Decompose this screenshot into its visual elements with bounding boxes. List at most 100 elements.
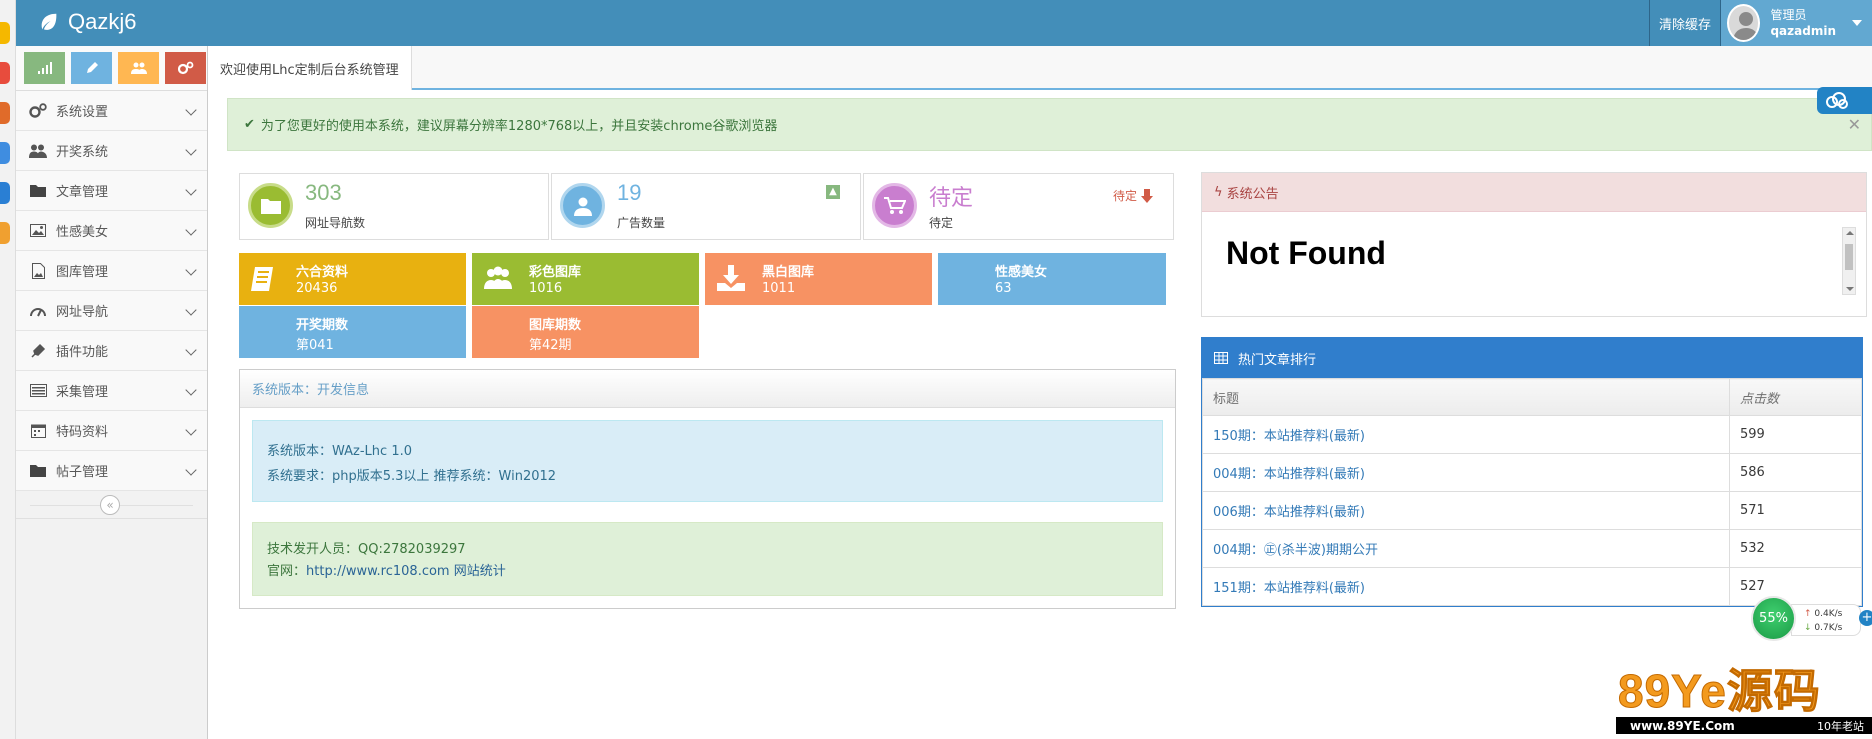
hot-title: 热门文章排行 <box>1238 352 1317 368</box>
sidebar-item-gallery[interactable]: 图库管理 <box>16 251 207 291</box>
tab-bar: 欢迎使用Lhc定制后台系统管理 <box>208 46 1872 90</box>
download-icon <box>717 265 745 291</box>
tile-lhc-data[interactable]: 六合资料 20436 <box>239 253 466 305</box>
scroll-down-icon[interactable] <box>1846 287 1854 291</box>
cogs-icon <box>28 102 48 120</box>
chevron-down-icon <box>185 464 197 476</box>
double-chevron-left-icon[interactable]: « <box>100 495 120 515</box>
leaf-icon <box>41 13 57 30</box>
article-link[interactable]: 004期：㊣(杀半波)期期公开 <box>1202 529 1730 568</box>
article-link[interactable]: 004期：本站推荐料(最新) <box>1202 453 1730 492</box>
book-icon <box>251 267 273 291</box>
site-stats-link[interactable]: 网站统计 <box>454 564 506 579</box>
tile-title: 黑白图库 <box>762 265 815 280</box>
watermark-strip: www.89YE.Com 10年老站 <box>1616 717 1872 734</box>
table-row: 150期：本站推荐料(最新) 599 <box>1202 415 1862 454</box>
close-icon[interactable]: ✕ <box>1848 115 1861 134</box>
sidebar-item-posts[interactable]: 帖子管理 <box>16 451 207 491</box>
download-rate: 0.7K/s <box>1814 623 1843 633</box>
website-link[interactable]: http://www.rc108.com <box>306 564 450 579</box>
dock-app-icon[interactable] <box>0 142 10 164</box>
caret-down-icon <box>1852 20 1862 26</box>
sidebar-item-articles[interactable]: 文章管理 <box>16 171 207 211</box>
sidebar-item-label: 帖子管理 <box>56 465 109 480</box>
sidebar-item-label: 系统设置 <box>56 105 109 120</box>
sidebar-item-beauty[interactable]: 性感美女 <box>16 211 207 251</box>
table-row: 004期：㊣(杀半波)期期公开 532 <box>1202 529 1862 568</box>
article-link[interactable]: 006期：本站推荐料(最新) <box>1202 491 1730 530</box>
sidebar-item-label: 插件功能 <box>56 345 109 360</box>
tile-draw-period[interactable]: 开奖期数 第041 <box>239 306 466 358</box>
sidebar-shortcuts <box>16 46 207 91</box>
scroll-up-icon[interactable] <box>1846 231 1854 235</box>
click-count: 599 <box>1729 415 1862 454</box>
plus-icon[interactable]: + <box>1859 610 1872 626</box>
tile-value: 1011 <box>762 281 796 296</box>
sidebar-item-plugins[interactable]: 插件功能 <box>16 331 207 371</box>
sidebar-item-label: 开奖系统 <box>56 145 109 160</box>
shopping-cart-icon <box>872 183 917 228</box>
clear-cache-button[interactable]: 清除缓存 <box>1648 0 1720 46</box>
tab-welcome[interactable]: 欢迎使用Lhc定制后台系统管理 <box>208 46 412 90</box>
sidebar-item-label: 文章管理 <box>56 185 109 200</box>
admin-dashboard: Qazkj6 清除缓存 管理员 qazadmin 系统设置 开奖系统 文章管理 … <box>0 0 1872 739</box>
sidebar-item-label: 网址导航 <box>56 305 109 320</box>
sidebar-item-system-settings[interactable]: 系统设置 <box>16 91 207 131</box>
watermark: 89Ye源码 www.89YE.Com 10年老站 <box>1616 665 1872 739</box>
table-row: 004期：本站推荐料(最新) 586 <box>1202 453 1862 492</box>
upload-rate: 0.4K/s <box>1814 609 1843 619</box>
tile-color-gallery[interactable]: 彩色图库 1016 <box>472 253 699 305</box>
sidebar-item-label: 图库管理 <box>56 265 109 280</box>
chevron-down-icon <box>185 184 197 196</box>
sidebar-item-label: 采集管理 <box>56 385 109 400</box>
dock-app-icon[interactable] <box>0 182 10 204</box>
watermark-tag: 10年老站 <box>1817 719 1864 733</box>
panel-header: 系统版本：开发信息 <box>240 370 1175 408</box>
network-speed-widget[interactable]: ↑ 0.4K/s ↓ 0.7K/s 55% + <box>1751 596 1872 641</box>
stat-value: 待定 <box>929 185 974 210</box>
picture-icon <box>28 222 48 240</box>
watermark-logo: 89Ye源码 <box>1618 665 1821 718</box>
tile-gallery-period[interactable]: 图库期数 第42期 <box>472 306 699 358</box>
hot-articles-panel: 热门文章排行 标题 点击数 150期：本站推荐料(最新) 599 004期：本站… <box>1201 337 1863 607</box>
dock-app-icon[interactable] <box>0 62 10 84</box>
shortcut-users-button[interactable] <box>118 52 159 84</box>
sidebar-item-collect[interactable]: 采集管理 <box>16 371 207 411</box>
brand-logo[interactable]: Qazkj6 <box>38 9 136 35</box>
tile-bw-gallery[interactable]: 黑白图库 1011 <box>705 253 932 305</box>
badge-text: 待定 <box>1112 189 1137 203</box>
shortcut-signal-button[interactable] <box>24 52 65 84</box>
sidebar-item-lottery-system[interactable]: 开奖系统 <box>16 131 207 171</box>
sidebar-collapse-row: « <box>16 491 207 519</box>
dock-app-icon[interactable] <box>0 22 10 44</box>
folder-icon <box>248 183 293 228</box>
shortcut-cogs-button[interactable] <box>165 52 206 84</box>
tile-title: 性感美女 <box>995 265 1048 280</box>
panel-header: 热门文章排行 <box>1202 338 1862 378</box>
user-menu[interactable]: 管理员 qazadmin <box>1720 0 1872 46</box>
user-role: 管理员 <box>1770 8 1807 22</box>
plug-icon <box>28 342 48 360</box>
chevron-down-icon <box>185 304 197 316</box>
article-link[interactable]: 151期：本站推荐料(最新) <box>1202 567 1730 606</box>
folder-icon <box>28 462 48 480</box>
chevron-down-icon <box>185 384 197 396</box>
folder-icon <box>28 182 48 200</box>
notice-scrollbar[interactable] <box>1842 227 1856 295</box>
list-alt-icon <box>28 382 48 400</box>
article-link[interactable]: 150期：本站推荐料(最新) <box>1202 415 1730 454</box>
dock-app-icon[interactable] <box>0 102 10 124</box>
shortcut-pencil-button[interactable] <box>71 52 112 84</box>
sidebar-item-special-code[interactable]: 特码资料 <box>16 411 207 451</box>
watermark-site: www.89YE.Com <box>1630 718 1735 733</box>
dock-app-icon[interactable] <box>0 222 10 244</box>
side-float-button[interactable] <box>1817 87 1872 114</box>
tile-beauty[interactable]: 性感美女 63 <box>938 253 1166 305</box>
tile-value: 63 <box>995 281 1012 296</box>
sidebar-item-url-nav[interactable]: 网址导航 <box>16 291 207 331</box>
sidebar-item-label: 性感美女 <box>56 225 109 240</box>
memory-usage-circle[interactable]: 55% <box>1751 596 1796 641</box>
users-icon <box>28 142 48 160</box>
stat-value: 19 <box>617 180 642 205</box>
chevron-down-icon <box>185 144 197 156</box>
